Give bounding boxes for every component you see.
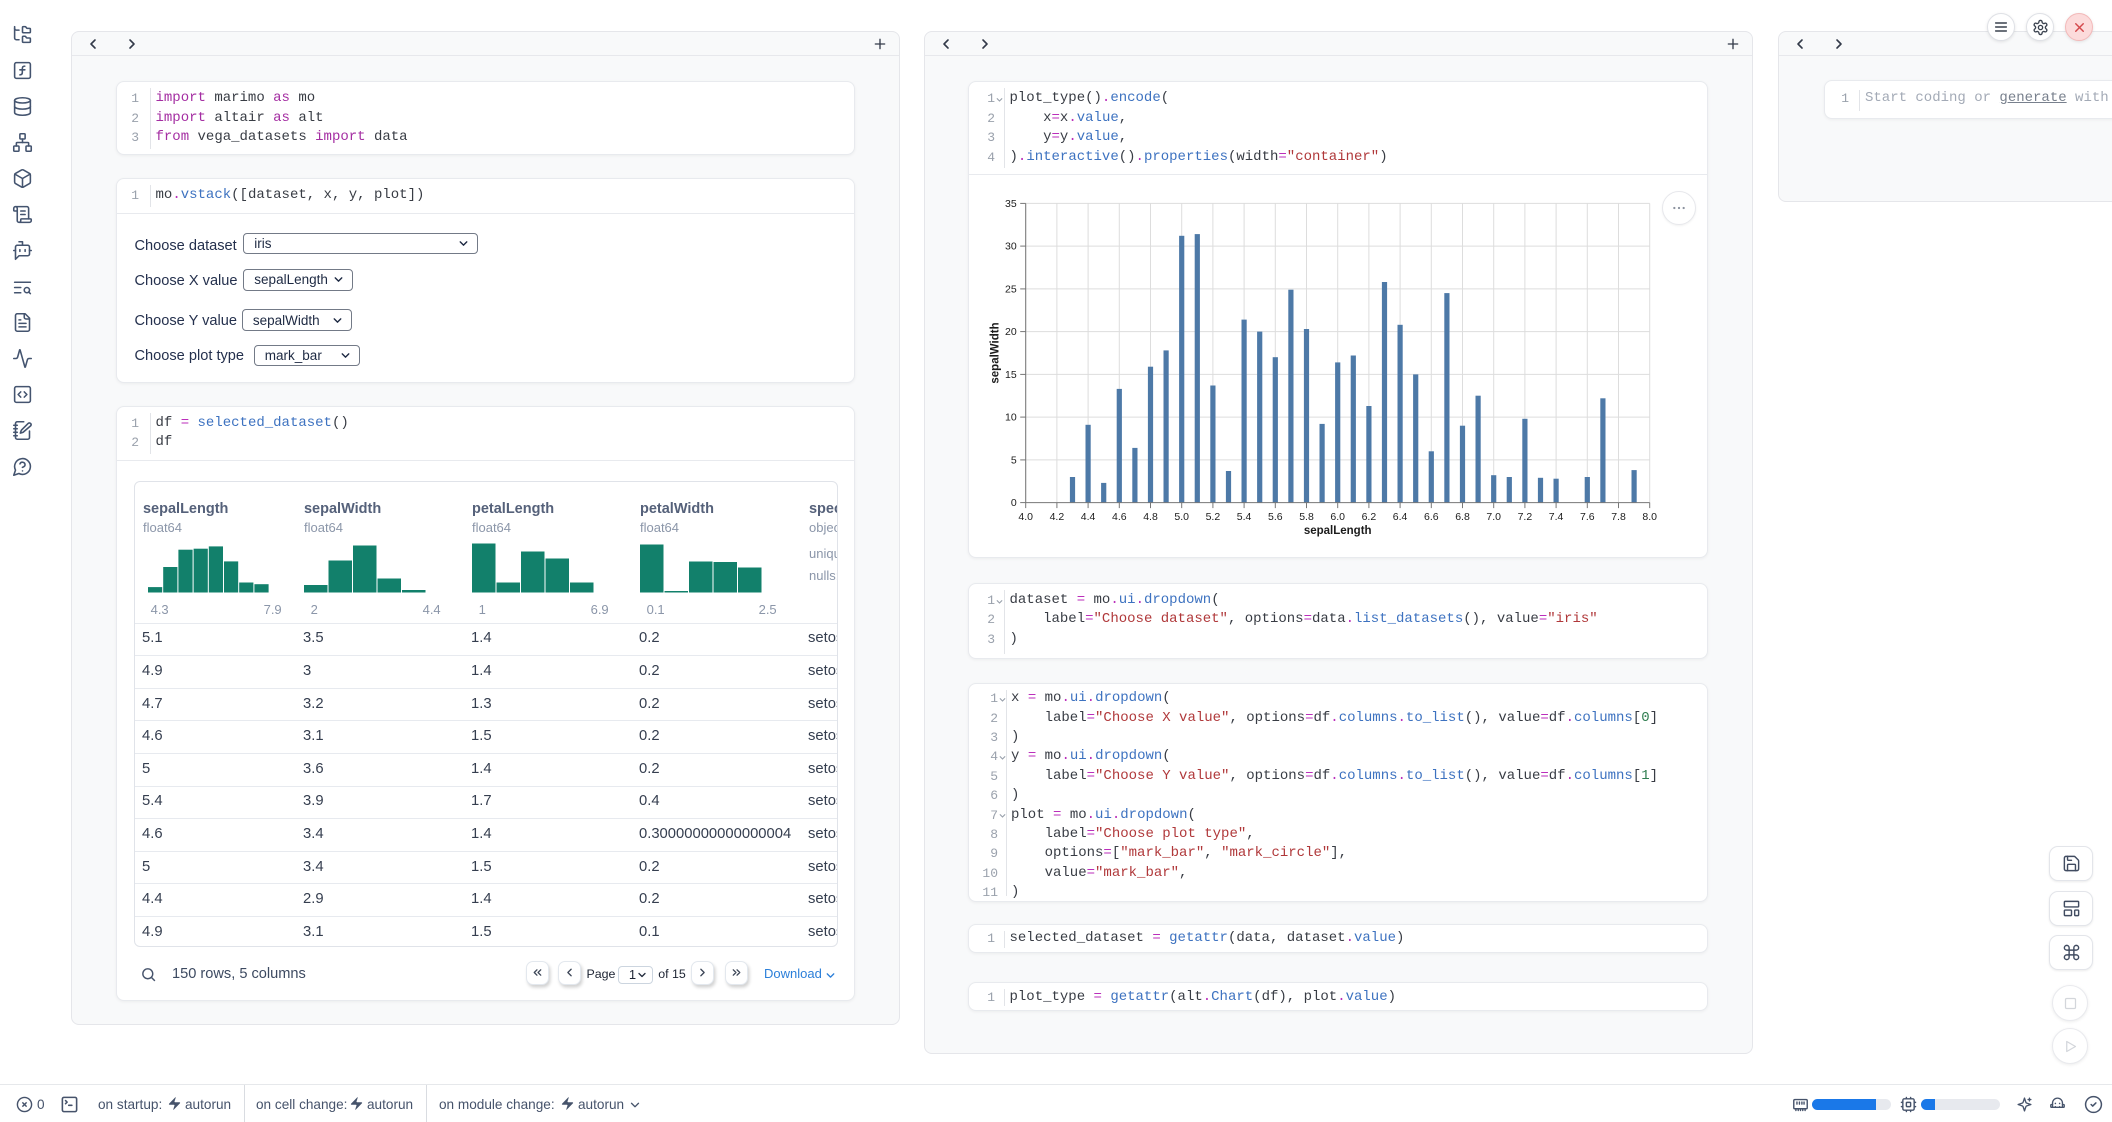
svg-text:5: 5 [1011, 454, 1017, 466]
svg-text:10: 10 [1005, 412, 1017, 424]
svg-text:7.0: 7.0 [1486, 511, 1501, 523]
svg-text:7.4: 7.4 [1549, 511, 1564, 523]
svg-text:4.2: 4.2 [1050, 511, 1065, 523]
svg-text:7.6: 7.6 [1580, 511, 1595, 523]
svg-text:5.0: 5.0 [1174, 511, 1189, 523]
svg-text:4.6: 4.6 [1112, 511, 1127, 523]
svg-text:5.4: 5.4 [1237, 511, 1252, 523]
svg-text:6.6: 6.6 [1424, 511, 1439, 523]
svg-text:sepalWidth: sepalWidth [990, 322, 1002, 383]
svg-text:6.0: 6.0 [1330, 511, 1345, 523]
svg-text:20: 20 [1005, 326, 1017, 338]
svg-text:30: 30 [1005, 241, 1017, 253]
svg-text:6.2: 6.2 [1362, 511, 1377, 523]
svg-text:7.2: 7.2 [1518, 511, 1533, 523]
svg-text:15: 15 [1005, 369, 1017, 381]
svg-text:35: 35 [1005, 198, 1017, 210]
svg-text:4.4: 4.4 [1081, 511, 1096, 523]
svg-text:7.8: 7.8 [1611, 511, 1626, 523]
svg-text:5.2: 5.2 [1206, 511, 1221, 523]
svg-text:25: 25 [1005, 283, 1017, 295]
svg-text:4.8: 4.8 [1143, 511, 1158, 523]
svg-text:sepalLength: sepalLength [1304, 525, 1372, 537]
svg-text:0: 0 [1011, 497, 1017, 509]
svg-text:5.6: 5.6 [1268, 511, 1283, 523]
svg-text:8.0: 8.0 [1642, 511, 1657, 523]
svg-text:6.8: 6.8 [1455, 511, 1470, 523]
svg-text:4.0: 4.0 [1018, 511, 1033, 523]
svg-text:6.4: 6.4 [1393, 511, 1408, 523]
svg-text:5.8: 5.8 [1299, 511, 1314, 523]
